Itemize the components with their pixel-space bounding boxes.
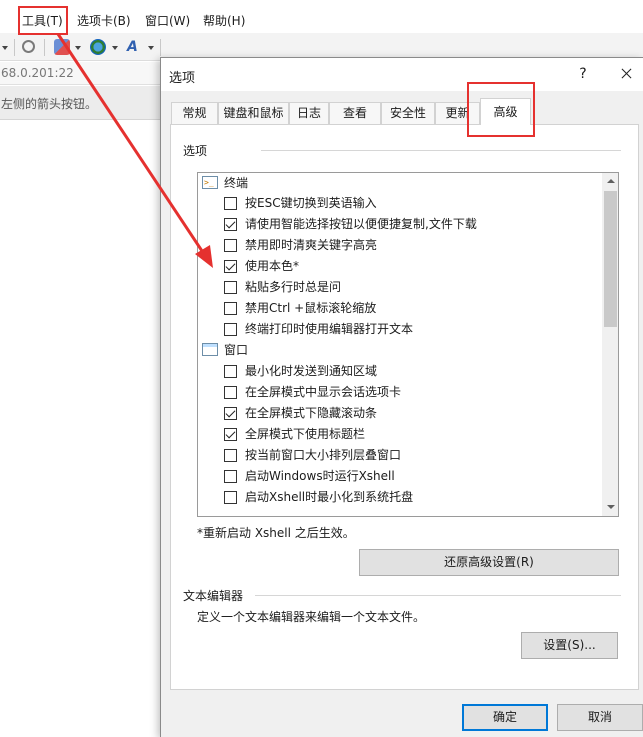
options-list: 终端 按ESC键切换到英语输入 请使用智能选择按钮以便便捷复制,文件下载 禁用即…: [198, 173, 602, 516]
scroll-down-icon[interactable]: [602, 499, 618, 516]
tab-view[interactable]: 查看: [329, 102, 381, 124]
find-icon[interactable]: [22, 40, 35, 53]
window-icon: [202, 343, 218, 356]
checkbox[interactable]: [224, 428, 237, 441]
menu-bar: 工具(T) 选项卡(B) 窗口(W) 帮助(H): [0, 8, 643, 33]
toolbar-separator: [14, 39, 15, 56]
checkbox[interactable]: [224, 323, 237, 336]
dialog-title-bar: 选项 ?: [161, 58, 643, 91]
close-icon[interactable]: [616, 64, 638, 84]
checkbox[interactable]: [224, 449, 237, 462]
editor-settings-button[interactable]: 设置(S)...: [521, 632, 618, 659]
scroll-up-icon[interactable]: [602, 173, 618, 190]
group-divider: [255, 595, 621, 596]
restart-note: *重新启动 Xshell 之后生效。: [197, 526, 355, 540]
checkbox[interactable]: [224, 218, 237, 231]
toolbar-separator: [160, 39, 161, 56]
tab-general[interactable]: 常规: [171, 102, 218, 124]
dropdown-arrow-icon[interactable]: [2, 46, 8, 50]
dropdown-arrow-icon[interactable]: [148, 46, 154, 50]
options-dialog: 选项 ? 常规 键盘和鼠标 日志 查看 安全性 更新 高级 选项 终端 按ESC…: [160, 57, 643, 737]
tab-keyboard-mouse[interactable]: 键盘和鼠标: [218, 102, 289, 124]
dialog-title: 选项: [169, 71, 196, 86]
checkbox[interactable]: [224, 302, 237, 315]
highlight-tools-menu: [18, 6, 68, 35]
checkbox[interactable]: [224, 365, 237, 378]
vertical-scrollbar[interactable]: [602, 173, 618, 516]
tab-advanced[interactable]: 高级: [480, 98, 531, 125]
restore-advanced-button[interactable]: 还原高级设置(R): [359, 549, 619, 576]
globe-icon[interactable]: [90, 39, 106, 55]
terminal-icon: [202, 173, 218, 193]
group-divider: [261, 150, 621, 151]
menu-tabs[interactable]: 选项卡(B): [77, 12, 131, 30]
checkbox[interactable]: [224, 260, 237, 273]
options-listbox[interactable]: 终端 按ESC键切换到英语输入 请使用智能选择按钮以便便捷复制,文件下载 禁用即…: [197, 172, 619, 517]
checkbox[interactable]: [224, 281, 237, 294]
editor-group-label: 文本编辑器: [183, 589, 244, 603]
checkbox[interactable]: [224, 491, 237, 504]
ok-button[interactable]: 确定: [462, 704, 548, 731]
dropdown-arrow-icon[interactable]: [112, 46, 118, 50]
hint-text: 左侧的箭头按钮。: [1, 97, 98, 111]
scroll-thumb[interactable]: [604, 191, 617, 327]
font-icon[interactable]: A: [127, 39, 143, 55]
help-button[interactable]: ?: [574, 64, 592, 84]
menu-help[interactable]: 帮助(H): [203, 12, 245, 30]
options-group-label: 选项: [183, 144, 208, 158]
network-icon[interactable]: [54, 39, 70, 55]
checkbox[interactable]: [224, 239, 237, 252]
dropdown-arrow-icon[interactable]: [75, 46, 81, 50]
checkbox[interactable]: [224, 197, 237, 210]
app-title-bar: [0, 0, 643, 8]
checkbox[interactable]: [224, 470, 237, 483]
menu-window[interactable]: 窗口(W): [145, 12, 190, 30]
tab-security[interactable]: 安全性: [381, 102, 435, 124]
checkbox[interactable]: [224, 386, 237, 399]
editor-description: 定义一个文本编辑器来编辑一个文本文件。: [197, 610, 426, 624]
checkbox[interactable]: [224, 407, 237, 420]
cancel-button[interactable]: 取消: [557, 704, 643, 731]
tab-log[interactable]: 日志: [289, 102, 329, 124]
tab-strip: 常规 键盘和鼠标 日志 查看 安全性 更新 高级: [171, 98, 643, 125]
toolbar-separator: [44, 39, 45, 56]
address-text: 68.0.201:22: [1, 66, 74, 80]
